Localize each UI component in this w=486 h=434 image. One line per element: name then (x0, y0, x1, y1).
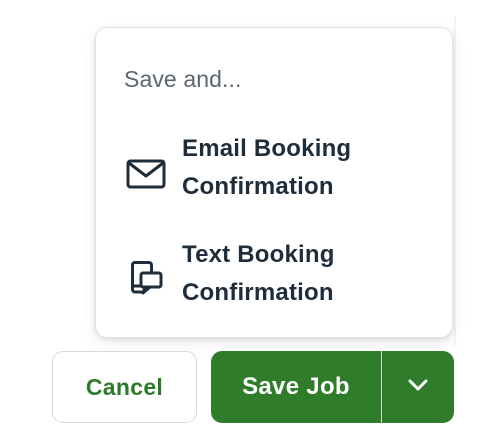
save-job-button[interactable]: Save Job (211, 351, 381, 423)
menu-item-email-booking-confirmation[interactable]: Email Booking Confirmation (96, 129, 452, 215)
cancel-button[interactable]: Cancel (52, 351, 197, 423)
menu-heading: Save and... (124, 66, 242, 92)
menu-item-text-booking-confirmation[interactable]: Text Booking Confirmation (96, 235, 452, 321)
menu-item-label-line2: Confirmation (182, 279, 334, 306)
menu-item-label-line1: Email Booking (182, 135, 352, 162)
menu-item-label: Text Booking Confirmation (182, 236, 432, 312)
chevron-down-icon (406, 373, 430, 402)
background-panel-edge (454, 16, 456, 346)
menu-item-label: Email Booking Confirmation (182, 130, 432, 206)
menu-item-label-line2: Confirmation (182, 173, 334, 200)
save-job-screen: Save and... Email Booking Confirmation T… (0, 0, 486, 434)
mobile-message-icon (126, 259, 166, 299)
save-options-toggle-button[interactable] (382, 351, 454, 423)
save-job-split-button: Save Job (211, 351, 454, 423)
envelope-icon (126, 154, 166, 194)
save-options-menu: Save and... Email Booking Confirmation T… (95, 27, 453, 338)
menu-item-label-line1: Text Booking (182, 241, 335, 268)
